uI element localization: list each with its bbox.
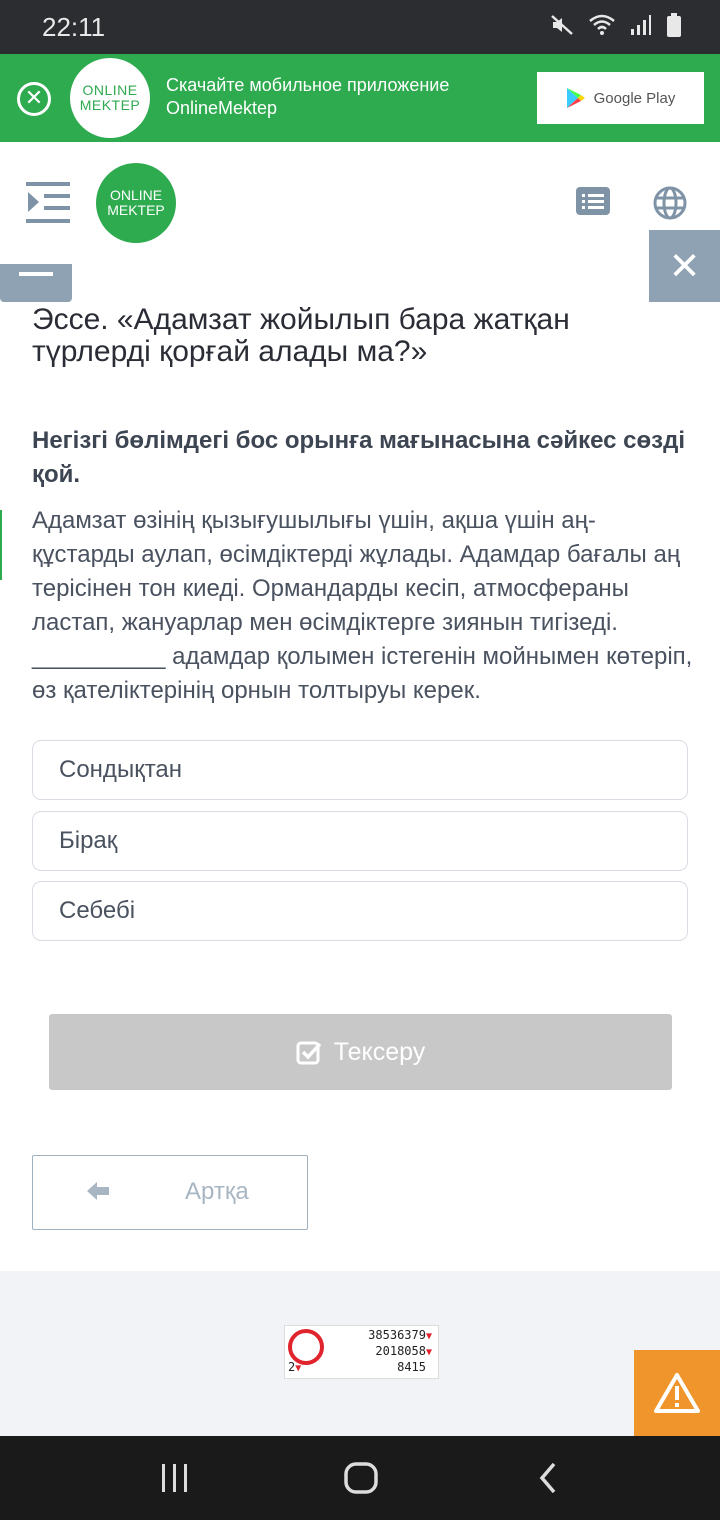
home-icon[interactable] <box>343 1458 379 1498</box>
counter-value: 2018058▼ <box>375 1344 432 1358</box>
google-play-label: Google Play <box>593 89 676 107</box>
report-warning-button[interactable] <box>634 1350 720 1436</box>
site-logo[interactable]: ONLINE MEKTEP <box>96 163 176 243</box>
list-icon[interactable] <box>576 187 610 215</box>
accent-bar <box>0 510 2 580</box>
lesson-card: ONLINE MEKTEP ✕ Эссе. «Адамзат жойылып б… <box>0 142 720 1271</box>
mute-icon <box>551 15 573 35</box>
logo-line1: ONLINE <box>109 187 163 203</box>
status-icons <box>550 12 682 38</box>
visitor-counter[interactable]: 38536379▼ 2018058▼ 8415 2▼ <box>284 1325 439 1379</box>
warning-icon <box>654 1373 700 1413</box>
close-icon: ✕ <box>668 245 701 288</box>
check-button[interactable]: Тексеру <box>49 1014 672 1090</box>
counter-value: 8415 <box>397 1360 426 1374</box>
back-button-label: Артқа <box>185 1178 249 1205</box>
tab-line-icon <box>19 272 53 276</box>
promo-text: Скачайте мобильное приложение OnlineMekt… <box>166 74 449 120</box>
back-button[interactable]: Артқа <box>32 1155 308 1230</box>
close-icon[interactable]: ✕ <box>17 82 51 116</box>
promo-logo: ONLINE MEKTEP <box>70 58 150 138</box>
recent-apps-icon[interactable] <box>160 1458 190 1498</box>
lesson-title: Эссе. «Адамзат жойылып бара жатқан түрле… <box>32 303 570 368</box>
side-panel-toggle[interactable] <box>0 264 72 302</box>
logo-line2: MEKTEP <box>107 202 165 218</box>
check-button-label: Тексеру <box>333 1037 426 1066</box>
check-square-icon <box>296 1041 322 1065</box>
arrow-left-icon <box>87 1182 109 1200</box>
system-nav-bar <box>0 1436 720 1520</box>
globe-icon[interactable] <box>653 186 687 220</box>
wifi-icon <box>589 14 615 35</box>
answer-option[interactable]: Себебі <box>32 881 688 941</box>
promo-text-line1: Скачайте мобильное приложение <box>166 75 450 95</box>
back-nav-icon[interactable] <box>536 1458 560 1498</box>
answer-option[interactable]: Бірақ <box>32 811 688 871</box>
status-time: 22:11 <box>42 12 106 42</box>
counter-value: 2▼ <box>288 1360 302 1374</box>
close-panel-button[interactable]: ✕ <box>649 230 720 302</box>
task-instruction: Негізгі бөлімдегі бос орынға мағынасына … <box>32 427 686 488</box>
task-passage: Адамзат өзінің қызығушылығы үшін, ақша ү… <box>32 507 693 704</box>
promo-text-line2: OnlineMektep <box>166 98 278 118</box>
google-play-icon <box>566 88 585 108</box>
menu-indent-icon[interactable] <box>26 182 72 224</box>
signal-icon <box>631 15 651 35</box>
status-bar: 22:11 <box>0 0 720 54</box>
promo-logo-line2: MEKTEP <box>79 97 141 113</box>
battery-icon <box>667 13 681 37</box>
app-promo-banner: ✕ ONLINE MEKTEP Скачайте мобильное прило… <box>0 54 720 142</box>
counter-value: 38536379▼ <box>368 1328 432 1342</box>
promo-logo-line1: ONLINE <box>82 82 138 98</box>
answer-option[interactable]: Сондықтан <box>32 740 688 800</box>
google-play-button[interactable]: Google Play <box>537 72 704 124</box>
